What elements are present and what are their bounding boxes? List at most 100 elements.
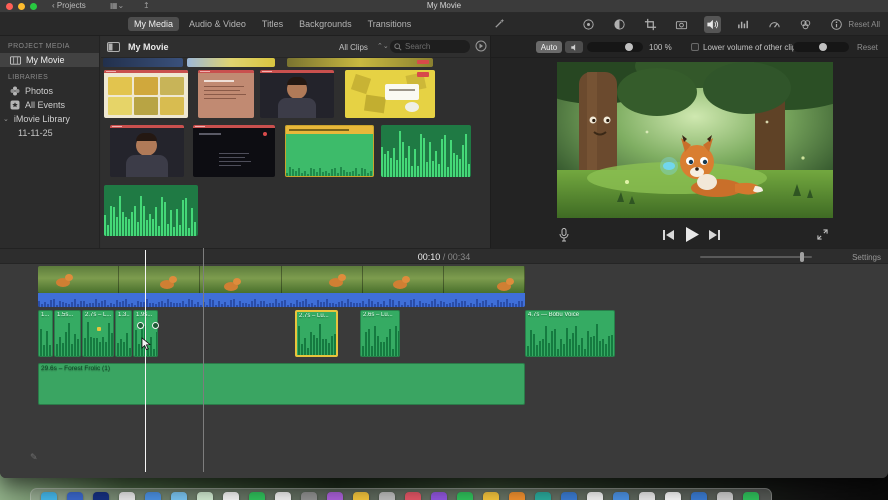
background-music-clip[interactable]: 29.6s – Forest Frolic (1) bbox=[38, 363, 525, 405]
fade-handle-right[interactable] bbox=[152, 322, 159, 329]
mute-button[interactable] bbox=[565, 41, 583, 53]
tab-backgrounds[interactable]: Backgrounds bbox=[293, 17, 358, 31]
dock-icon-18[interactable] bbox=[483, 492, 499, 500]
sidebar-item-library-event[interactable]: 11-11-25 bbox=[0, 126, 99, 140]
disclosure-chevron-icon[interactable]: ⌄ bbox=[3, 115, 9, 123]
audio-clip-bobu-voice[interactable]: 4.7s — Bobu Voice bbox=[525, 310, 615, 357]
dock-icon-25[interactable] bbox=[665, 492, 681, 500]
dock-icon-11[interactable] bbox=[301, 492, 317, 500]
timeline-zoom-slider[interactable] bbox=[700, 252, 812, 262]
video-clip-audio-track[interactable] bbox=[38, 293, 525, 307]
video-clip-filmstrip[interactable] bbox=[38, 266, 525, 293]
tab-my-media[interactable]: My Media bbox=[128, 17, 180, 31]
volume-icon[interactable] bbox=[704, 16, 721, 33]
fullscreen-icon[interactable] bbox=[817, 229, 828, 240]
lower-volume-checkbox[interactable] bbox=[691, 43, 699, 51]
dock-icon-16[interactable] bbox=[431, 492, 447, 500]
dock-icon-3[interactable] bbox=[93, 492, 109, 500]
tab-titles[interactable]: Titles bbox=[256, 17, 289, 31]
dock-icon-28[interactable] bbox=[743, 492, 759, 500]
dock-icon-14[interactable] bbox=[379, 492, 395, 500]
dock-icon-4[interactable] bbox=[119, 492, 135, 500]
dock-icon-10[interactable] bbox=[275, 492, 291, 500]
sidebar-item-my-movie[interactable]: My Movie bbox=[0, 53, 99, 67]
audio-clip-3[interactable]: 2.7s – L... bbox=[82, 310, 114, 357]
dock-icon-17[interactable] bbox=[457, 492, 473, 500]
reset-volume-button[interactable]: Reset bbox=[857, 43, 878, 52]
microphone-icon[interactable] bbox=[559, 228, 569, 242]
audio-clip-4[interactable]: 1.3... bbox=[115, 310, 132, 357]
sidebar-item-photos[interactable]: Photos bbox=[0, 84, 99, 98]
dock-icon-1[interactable] bbox=[41, 492, 57, 500]
audio-clip-selected[interactable]: 2.7s – Lu... bbox=[295, 310, 338, 357]
sidebar-item-imovie-library[interactable]: ⌄ iMovie Library bbox=[0, 112, 99, 126]
timeline: 1... 1.5s... 2.7s – L... 1.3... 1.9s... … bbox=[0, 248, 888, 478]
clip-thumbnail-webcam-1[interactable] bbox=[260, 70, 334, 118]
color-correction-icon[interactable] bbox=[611, 16, 628, 33]
speed-icon[interactable] bbox=[766, 16, 783, 33]
clip-thumbnail-partial-2[interactable] bbox=[187, 58, 275, 67]
clip-thumbnail-partial-1[interactable] bbox=[103, 58, 183, 67]
clip-thumbnail-document[interactable] bbox=[198, 70, 254, 118]
search-input[interactable] bbox=[405, 42, 465, 51]
clip-thumbnail-grid-page[interactable] bbox=[104, 70, 188, 118]
sidebar-item-all-events[interactable]: All Events bbox=[0, 98, 99, 112]
volume-percent: 100 % bbox=[649, 43, 672, 52]
dock-icon-2[interactable] bbox=[67, 492, 83, 500]
auto-volume-button[interactable]: Auto bbox=[536, 41, 562, 53]
dock-icon-26[interactable] bbox=[691, 492, 707, 500]
crop-icon[interactable] bbox=[642, 16, 659, 33]
dock-icon-22[interactable] bbox=[587, 492, 603, 500]
dock-icon-12[interactable] bbox=[327, 492, 343, 500]
tab-audio-video[interactable]: Audio & Video bbox=[183, 17, 252, 31]
dock-icon-13[interactable] bbox=[353, 492, 369, 500]
dock-icon-20[interactable] bbox=[535, 492, 551, 500]
volume-slider[interactable] bbox=[587, 42, 643, 52]
clip-filter-dropdown[interactable]: All Clips bbox=[339, 43, 368, 52]
clip-thumbnail-code[interactable] bbox=[193, 125, 275, 177]
dock-icon-27[interactable] bbox=[717, 492, 733, 500]
audio-clip-2[interactable]: 1.5s... bbox=[54, 310, 81, 357]
color-balance-icon[interactable] bbox=[580, 16, 597, 33]
zoom-slider-knob[interactable] bbox=[800, 252, 804, 262]
clip-thumbnail-partial-3[interactable] bbox=[287, 58, 433, 67]
audio-clip-6[interactable]: 2.6s – Lu... bbox=[360, 310, 400, 357]
audio-clip-1[interactable]: 1... bbox=[38, 310, 53, 357]
play-button[interactable] bbox=[685, 227, 699, 242]
enhance-wand-icon[interactable] bbox=[493, 17, 506, 30]
playhead[interactable] bbox=[145, 250, 146, 472]
reset-all-button[interactable]: Reset All bbox=[848, 20, 880, 29]
next-frame-button[interactable] bbox=[709, 230, 720, 240]
tab-transitions[interactable]: Transitions bbox=[362, 17, 418, 31]
fade-handle-left[interactable] bbox=[137, 322, 144, 329]
dock-icon-5[interactable] bbox=[145, 492, 161, 500]
clip-info-icon[interactable] bbox=[828, 16, 845, 33]
clip-thumbnail-audio-1[interactable] bbox=[381, 125, 471, 177]
dock-icon-19[interactable] bbox=[509, 492, 525, 500]
ducking-slider[interactable] bbox=[793, 42, 849, 52]
dock-icon-21[interactable] bbox=[561, 492, 577, 500]
dock-icon-23[interactable] bbox=[613, 492, 629, 500]
dock-icon-15[interactable] bbox=[405, 492, 421, 500]
clip-thumbnail-audio-2[interactable] bbox=[104, 185, 198, 236]
dock-icon-24[interactable] bbox=[639, 492, 655, 500]
clip-thumbnail-promo[interactable] bbox=[345, 70, 435, 118]
timeline-settings-button[interactable]: Settings bbox=[852, 253, 881, 262]
search-field[interactable] bbox=[390, 40, 470, 53]
noise-reduction-icon[interactable] bbox=[735, 16, 752, 33]
dock-icon-7[interactable] bbox=[197, 492, 213, 500]
stabilization-icon[interactable] bbox=[673, 16, 690, 33]
dock-icon-6[interactable] bbox=[171, 492, 187, 500]
effects-icon[interactable] bbox=[797, 16, 814, 33]
clip-thumbnail-audio-selected[interactable] bbox=[285, 125, 374, 177]
clip-thumbnail-webcam-2[interactable] bbox=[110, 125, 184, 177]
skimmer-line bbox=[203, 248, 204, 472]
previous-frame-button[interactable] bbox=[663, 230, 674, 240]
dock-icon-9[interactable] bbox=[249, 492, 265, 500]
lower-volume-label: Lower volume of other clips: bbox=[703, 43, 803, 52]
dock-icon-8[interactable] bbox=[223, 492, 239, 500]
content-filter-icon[interactable] bbox=[475, 40, 487, 52]
sidebar-toggle-icon[interactable] bbox=[107, 42, 120, 52]
title-bar: ‹ Projects ▦⌄ ↥ My Movie bbox=[0, 0, 888, 13]
mouse-cursor bbox=[141, 337, 151, 351]
